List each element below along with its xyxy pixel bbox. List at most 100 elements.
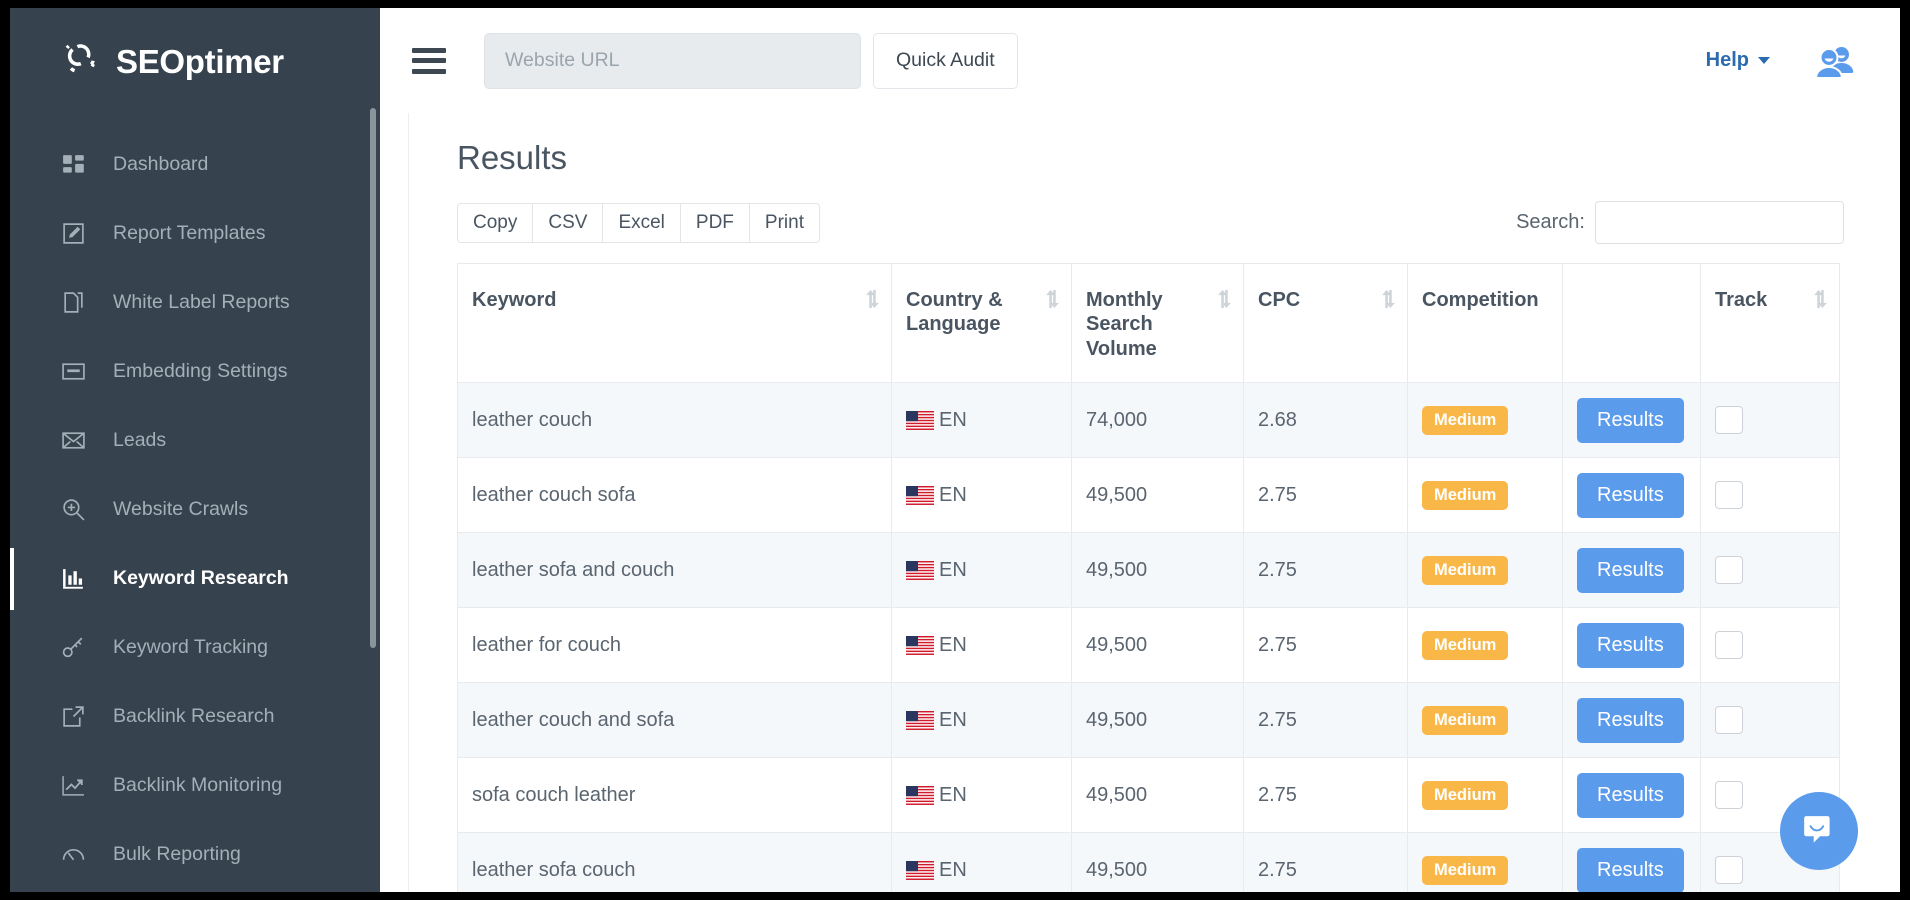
- sidebar-item-leads[interactable]: Leads: [10, 406, 380, 475]
- column-label: CPC: [1258, 289, 1300, 311]
- cell-cpc: 2.75: [1244, 533, 1408, 608]
- table-row: leather couch sofa EN 49,500 2.75 Medium…: [458, 458, 1840, 533]
- sidebar-item-website-crawls[interactable]: Website Crawls: [10, 475, 380, 544]
- cell-competition: Medium: [1408, 833, 1563, 893]
- us-flag-icon: [906, 711, 934, 730]
- help-menu[interactable]: Help: [1706, 49, 1770, 72]
- sidebar-item-label: Backlink Monitoring: [113, 774, 282, 797]
- sidebar-scrollbar[interactable]: [370, 108, 376, 648]
- brand-logo-area[interactable]: SEOptimer: [10, 8, 380, 116]
- sidebar-item-white-label-reports[interactable]: White Label Reports: [10, 268, 380, 337]
- chat-bubble-smile-icon[interactable]: [1780, 792, 1858, 870]
- cell-search-volume: 49,500: [1072, 683, 1244, 758]
- page-title: Results: [457, 139, 1844, 177]
- cell-search-volume: 49,500: [1072, 758, 1244, 833]
- magnifier-plus-icon: [60, 496, 87, 523]
- cell-keyword: leather couch and sofa: [458, 683, 892, 758]
- column-label: Country & Language: [906, 289, 1003, 335]
- main-area: Quick Audit Help: [380, 8, 1900, 892]
- sidebar-item-keyword-research[interactable]: Keyword Research: [10, 544, 380, 613]
- sidebar-item-dashboard[interactable]: Dashboard: [10, 130, 380, 199]
- cell-competition: Medium: [1408, 758, 1563, 833]
- sidebar-item-backlink-research[interactable]: Backlink Research: [10, 682, 380, 751]
- cell-country-language: EN: [892, 608, 1072, 683]
- results-button[interactable]: Results: [1577, 848, 1684, 893]
- results-button[interactable]: Results: [1577, 473, 1684, 518]
- website-url-input[interactable]: [484, 33, 861, 89]
- cell-track: [1701, 683, 1840, 758]
- cell-keyword: leather couch sofa: [458, 458, 892, 533]
- export-print-button[interactable]: Print: [749, 203, 820, 243]
- column-header-country-language[interactable]: Country & Language: [892, 264, 1072, 383]
- track-checkbox[interactable]: [1715, 856, 1743, 884]
- cell-competition: Medium: [1408, 533, 1563, 608]
- results-button[interactable]: Results: [1577, 548, 1684, 593]
- track-checkbox[interactable]: [1715, 631, 1743, 659]
- track-checkbox[interactable]: [1715, 556, 1743, 584]
- track-checkbox[interactable]: [1715, 706, 1743, 734]
- sidebar-item-embedding-settings[interactable]: Embedding Settings: [10, 337, 380, 406]
- export-pdf-button[interactable]: PDF: [680, 203, 749, 243]
- sidebar-item-backlink-monitoring[interactable]: Backlink Monitoring: [10, 751, 380, 820]
- cell-search-volume: 49,500: [1072, 608, 1244, 683]
- sidebar-item-label: Dashboard: [113, 153, 208, 176]
- column-header-cpc[interactable]: CPC: [1244, 264, 1408, 383]
- track-checkbox[interactable]: [1715, 406, 1743, 434]
- sidebar-item-report-templates[interactable]: Report Templates: [10, 199, 380, 268]
- embed-box-icon: [60, 358, 87, 385]
- results-button[interactable]: Results: [1577, 623, 1684, 668]
- column-header-monthly-search-volume[interactable]: Monthly Search Volume: [1072, 264, 1244, 383]
- app-window: SEOptimer Dashboard: [10, 8, 1900, 892]
- chevron-down-icon: [1758, 57, 1770, 64]
- export-csv-button[interactable]: CSV: [532, 203, 602, 243]
- brand-name: SEOptimer: [116, 43, 284, 81]
- documents-icon: [60, 289, 87, 316]
- cell-country-language: EN: [892, 458, 1072, 533]
- status-badge: Medium: [1422, 856, 1508, 885]
- track-checkbox[interactable]: [1715, 781, 1743, 809]
- trend-up-icon: [60, 772, 87, 799]
- table-row: sofa couch leather EN 49,500 2.75 Medium…: [458, 758, 1840, 833]
- content-panel: Results Copy CSV Excel PDF Print Search:: [408, 113, 1900, 892]
- results-button[interactable]: Results: [1577, 398, 1684, 443]
- table-row: leather couch and sofa EN 49,500 2.75 Me…: [458, 683, 1840, 758]
- us-flag-icon: [906, 786, 934, 805]
- table-header-row: Keyword Country & Language: [458, 264, 1840, 383]
- column-header-keyword[interactable]: Keyword: [458, 264, 892, 383]
- track-checkbox[interactable]: [1715, 481, 1743, 509]
- topbar-right: Help: [1706, 45, 1856, 77]
- quick-audit-button[interactable]: Quick Audit: [873, 33, 1018, 89]
- users-icon[interactable]: [1814, 45, 1856, 77]
- cell-search-volume: 74,000: [1072, 383, 1244, 458]
- export-button-group: Copy CSV Excel PDF Print: [457, 203, 820, 243]
- cell-competition: Medium: [1408, 608, 1563, 683]
- sidebar-item-label: Embedding Settings: [113, 360, 288, 383]
- table-row: leather couch EN 74,000 2.68 Medium Resu…: [458, 383, 1840, 458]
- sidebar-item-label: White Label Reports: [113, 291, 290, 314]
- table-body: leather couch EN 74,000 2.68 Medium Resu…: [458, 383, 1840, 893]
- sidebar: SEOptimer Dashboard: [10, 8, 380, 892]
- results-button[interactable]: Results: [1577, 773, 1684, 818]
- export-copy-button[interactable]: Copy: [457, 203, 532, 243]
- gauge-icon: [60, 841, 87, 868]
- cell-competition: Medium: [1408, 383, 1563, 458]
- us-flag-icon: [906, 486, 934, 505]
- cell-track: [1701, 458, 1840, 533]
- envelope-icon: [60, 427, 87, 454]
- column-header-track[interactable]: Track: [1701, 264, 1840, 383]
- search-label: Search:: [1516, 211, 1585, 234]
- hamburger-icon[interactable]: [412, 48, 446, 74]
- sidebar-item-bulk-reporting[interactable]: Bulk Reporting: [10, 820, 380, 889]
- country-code: EN: [939, 484, 967, 507]
- table-toolbar: Copy CSV Excel PDF Print Search:: [457, 201, 1844, 244]
- column-header-competition[interactable]: Competition: [1408, 264, 1563, 383]
- sidebar-item-keyword-tracking[interactable]: Keyword Tracking: [10, 613, 380, 682]
- country-code: EN: [939, 859, 967, 882]
- search-input[interactable]: [1595, 201, 1844, 244]
- results-button[interactable]: Results: [1577, 698, 1684, 743]
- cell-country-language: EN: [892, 383, 1072, 458]
- pencil-square-icon: [60, 220, 87, 247]
- cell-action: Results: [1563, 683, 1701, 758]
- cell-competition: Medium: [1408, 458, 1563, 533]
- export-excel-button[interactable]: Excel: [602, 203, 679, 243]
